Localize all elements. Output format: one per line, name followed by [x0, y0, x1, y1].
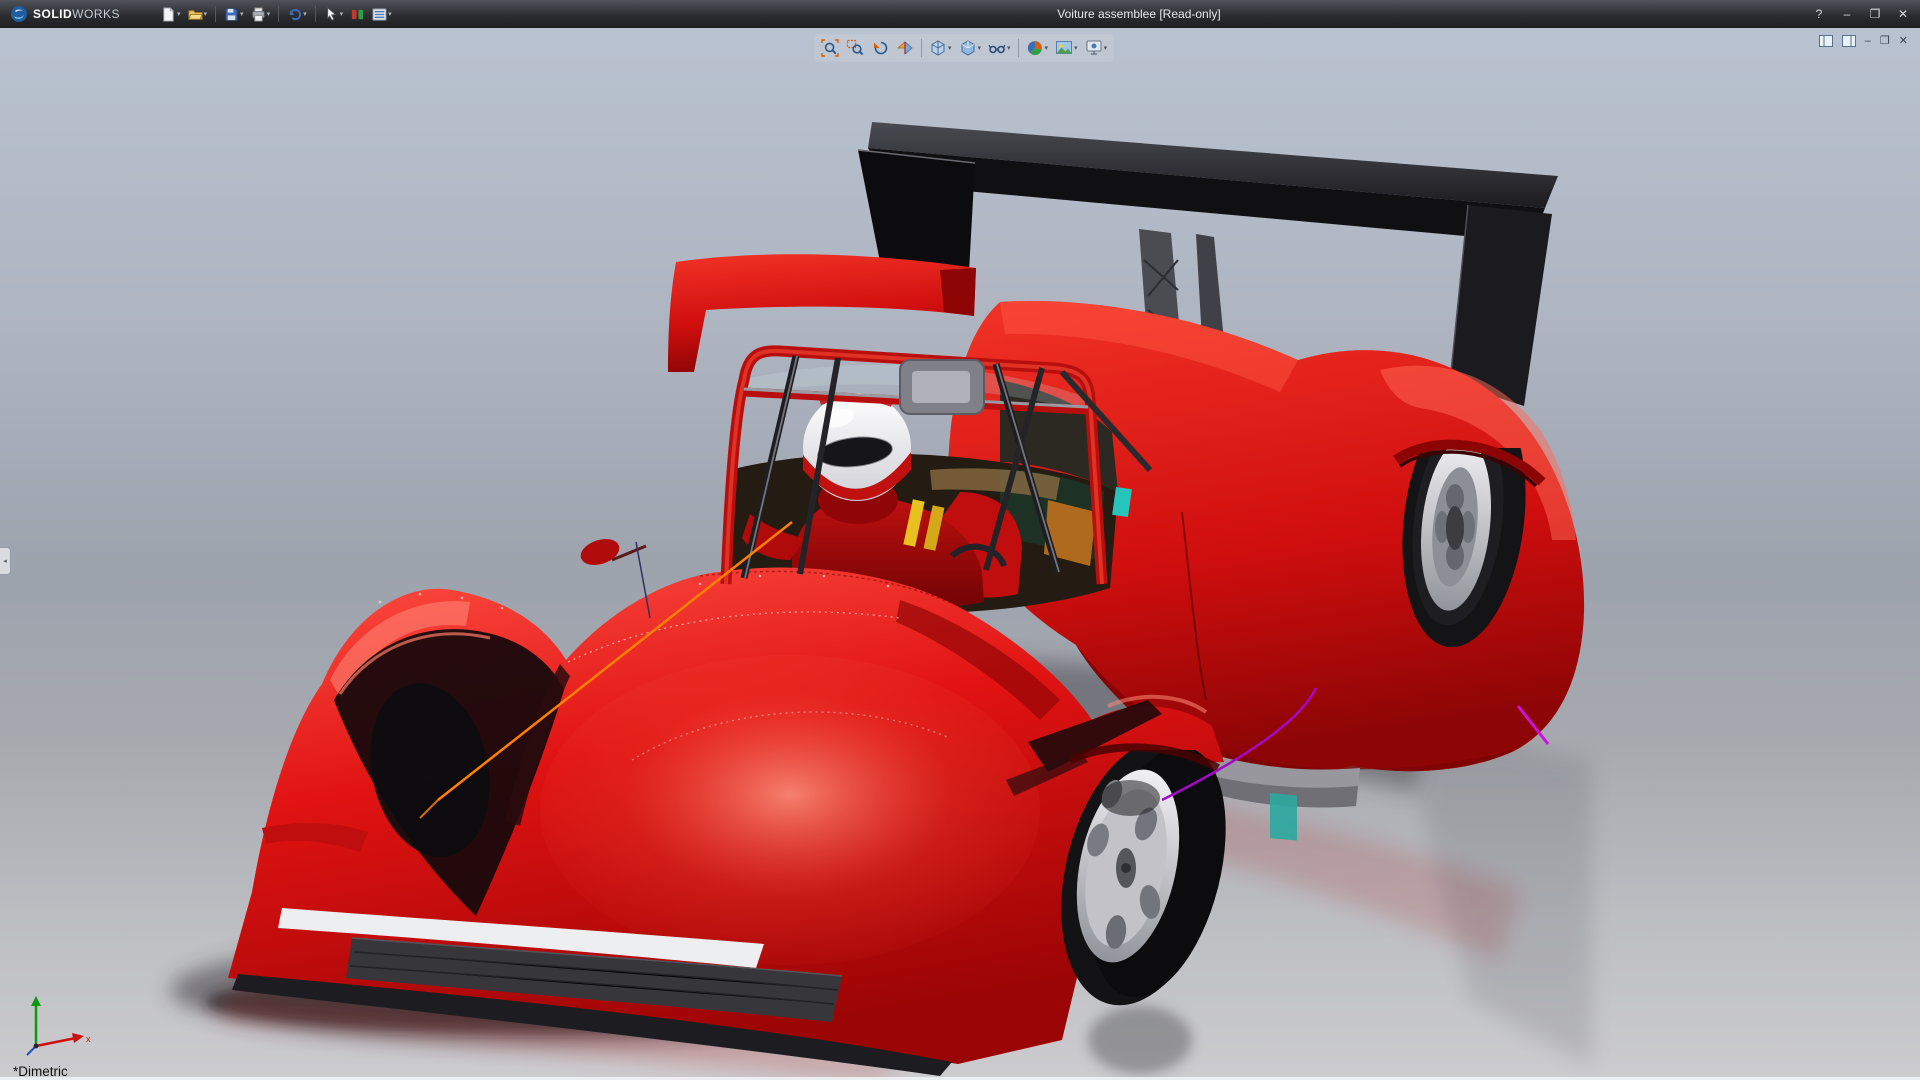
view-orientation-caret[interactable]: ▾: [948, 45, 952, 52]
minimize-button[interactable]: –: [1836, 5, 1858, 23]
save-button[interactable]: ▾: [221, 3, 247, 25]
toolbar-separator: [278, 6, 279, 22]
options-icon: [372, 7, 387, 22]
edit-appearance-icon: [1026, 39, 1044, 57]
new-document-caret[interactable]: ▾: [177, 11, 181, 18]
display-style-icon: [959, 39, 977, 57]
hide-show-items-caret[interactable]: ▾: [1007, 45, 1011, 52]
new-document-button[interactable]: ▾: [158, 3, 184, 25]
undo-button[interactable]: ▾: [284, 3, 310, 25]
left-mirror: [577, 534, 646, 569]
options-caret[interactable]: ▾: [388, 11, 392, 18]
graphics-viewport[interactable]: ▾ ▾ ▾ ▾: [0, 28, 1920, 1080]
doc-minimize-button[interactable]: –: [1863, 33, 1873, 49]
select-cursor-icon: [324, 7, 339, 22]
zoom-to-area-icon: [846, 39, 864, 57]
hud-separator: [921, 39, 922, 57]
view-settings-caret[interactable]: ▾: [1104, 45, 1108, 52]
edit-appearance-button[interactable]: ▾: [1023, 36, 1052, 60]
titlebar[interactable]: SOLIDWORKS ▾ ▾ ▾: [0, 0, 1920, 28]
edit-appearance-caret[interactable]: ▾: [1045, 45, 1049, 52]
print-icon: [251, 7, 266, 22]
pane-right-button[interactable]: [1840, 33, 1858, 49]
toolbar-separator: [215, 6, 216, 22]
document-window-controls: – ❐ ✕: [1817, 33, 1910, 49]
toolbar-separator: [315, 6, 316, 22]
apply-scene-caret[interactable]: ▾: [1074, 45, 1078, 52]
zoom-to-fit-icon: [821, 39, 839, 57]
zoom-to-area-button[interactable]: [843, 36, 867, 60]
print-button[interactable]: ▾: [248, 3, 274, 25]
solidworks-window: { "ui": { "caret": "▾" }, "window": { "b…: [0, 0, 1920, 1080]
orientation-triad: x: [20, 988, 96, 1064]
view-settings-icon: [1085, 39, 1103, 57]
pane-left-button[interactable]: [1817, 33, 1835, 49]
window-title: Voiture assemblee [Read-only]: [1057, 0, 1220, 28]
view-orientation-icon: [929, 39, 947, 57]
section-view-button[interactable]: [893, 36, 917, 60]
hud-separator: [1018, 39, 1019, 57]
hide-show-items-icon: [988, 39, 1006, 57]
undo-icon: [287, 7, 302, 22]
brand-bold: SOLID: [33, 7, 72, 21]
brand: SOLIDWORKS: [0, 5, 132, 23]
hide-show-items-button[interactable]: ▾: [985, 36, 1014, 60]
zoom-to-fit-button[interactable]: [818, 36, 842, 60]
options-button[interactable]: ▾: [369, 3, 395, 25]
select-button[interactable]: ▾: [321, 3, 347, 25]
open-icon: [188, 7, 203, 22]
display-style-button[interactable]: ▾: [956, 36, 985, 60]
save-caret[interactable]: ▾: [240, 11, 244, 18]
help-button[interactable]: ?: [1808, 5, 1830, 23]
view-orientation-button[interactable]: ▾: [926, 36, 955, 60]
feature-manager-collapse-tab[interactable]: ◂: [0, 547, 11, 575]
close-button[interactable]: ✕: [1892, 5, 1914, 23]
previous-view-button[interactable]: [868, 36, 892, 60]
section-view-icon: [896, 39, 914, 57]
brand-light: WORKS: [72, 7, 120, 21]
open-caret[interactable]: ▾: [204, 11, 208, 18]
doc-close-button[interactable]: ✕: [1897, 33, 1910, 49]
display-style-caret[interactable]: ▾: [978, 45, 982, 52]
new-document-icon: [161, 7, 176, 22]
undo-caret[interactable]: ▾: [303, 11, 307, 18]
restore-button[interactable]: ❐: [1864, 5, 1886, 23]
save-icon: [224, 7, 239, 22]
apply-scene-icon: [1055, 39, 1073, 57]
select-caret[interactable]: ▾: [340, 11, 344, 18]
print-caret[interactable]: ▾: [267, 11, 271, 18]
split-pane-left-icon: [1819, 35, 1833, 47]
split-pane-right-icon: [1842, 35, 1856, 47]
apply-scene-button[interactable]: ▾: [1052, 36, 1081, 60]
heads-up-view-toolbar: ▾ ▾ ▾ ▾: [814, 34, 1114, 62]
triad-x-label: x: [86, 1034, 91, 1044]
window-controls: ? – ❐ ✕: [1808, 0, 1914, 28]
appearance-button[interactable]: [347, 3, 368, 25]
main-toolbar: ▾ ▾ ▾ ▾: [158, 3, 395, 25]
model-scene[interactable]: [0, 28, 1920, 1080]
doc-restore-button[interactable]: ❐: [1878, 33, 1892, 49]
appearance-icon: [350, 7, 365, 22]
view-settings-button[interactable]: ▾: [1082, 36, 1111, 60]
open-button[interactable]: ▾: [185, 3, 211, 25]
solidworks-logo-icon: [10, 5, 28, 23]
brand-text: SOLIDWORKS: [33, 7, 120, 21]
previous-view-icon: [871, 39, 889, 57]
